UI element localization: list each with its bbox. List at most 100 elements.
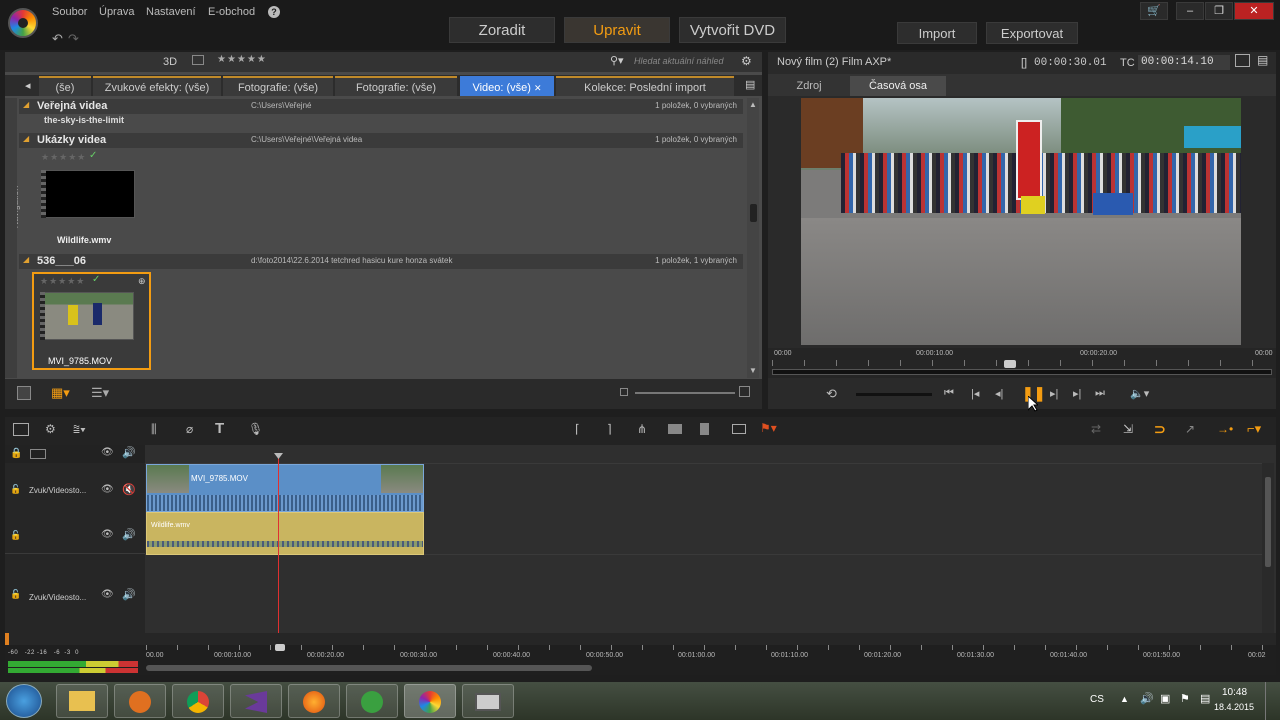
view-3d-toggle[interactable]: 3D xyxy=(163,56,177,68)
scrub-bar[interactable] xyxy=(772,369,1272,375)
menu-file[interactable]: Soubor xyxy=(52,6,87,18)
marker-icon[interactable]: ⚑▾ xyxy=(760,421,777,435)
track-options-icon[interactable]: ⩰▾ xyxy=(73,422,86,437)
next-frame-icon[interactable]: ▸| xyxy=(1073,387,1081,400)
view-toggle-icon[interactable] xyxy=(192,55,204,65)
playhead-marker[interactable] xyxy=(274,453,283,459)
microphone-icon[interactable]: 🎙 xyxy=(248,422,263,436)
volume-icon[interactable]: 🔈▾ xyxy=(1130,387,1149,400)
tray-expand-icon[interactable]: ▲ xyxy=(1120,694,1129,704)
firefox-taskbar-icon[interactable] xyxy=(288,684,340,718)
clock-time[interactable]: 10:48 xyxy=(1222,687,1247,698)
app-logo[interactable] xyxy=(8,8,38,38)
video-clip[interactable]: MVI_9785.MOV xyxy=(146,464,424,512)
menu-settings[interactable]: Nastavení xyxy=(146,6,196,18)
tab-video[interactable]: Video: (vše) ✕ xyxy=(460,76,554,96)
collapse-arrow-icon[interactable]: ◢ xyxy=(23,134,29,143)
eye-icon[interactable]: 👁 xyxy=(101,484,114,495)
tray-app-icon[interactable]: ▤ xyxy=(1200,692,1210,705)
media-player-taskbar-icon[interactable] xyxy=(114,684,166,718)
pinnacle-taskbar-icon[interactable] xyxy=(404,684,456,718)
snapshot-icon[interactable] xyxy=(732,424,746,434)
speaker-icon[interactable]: 🔊 xyxy=(122,528,136,541)
playhead-line[interactable] xyxy=(278,453,279,645)
track-header[interactable]: 🔓 Zvuk/Videostо... 👁 🔇 👁 🔊 🔓 xyxy=(5,464,145,554)
help-icon[interactable]: ? xyxy=(268,6,280,18)
scrollbar-thumb[interactable] xyxy=(750,204,757,222)
loop-icon[interactable]: ⟲ xyxy=(826,386,837,402)
speaker-icon[interactable]: 🔊 xyxy=(122,446,136,459)
visual-studio-taskbar-icon[interactable] xyxy=(230,684,282,718)
step-back-icon[interactable]: ◂| xyxy=(995,387,1003,400)
mode-edit-button[interactable]: Upravit xyxy=(564,17,670,43)
smart-mode-icon[interactable]: →• xyxy=(1217,422,1233,436)
mark-in-icon[interactable]: ⌈ xyxy=(575,422,580,436)
screen-recorder-taskbar-icon[interactable] xyxy=(462,684,514,718)
storyboard-icon[interactable] xyxy=(13,423,29,436)
tab-partial[interactable]: (še) xyxy=(39,76,91,96)
ripple-icon[interactable]: ↗ xyxy=(1185,422,1195,436)
playhead-handle[interactable] xyxy=(1004,360,1016,368)
razor-icon[interactable]: ⌀ xyxy=(186,422,193,436)
scroll-down-icon[interactable]: ▼ xyxy=(749,366,757,375)
master-track-icon[interactable] xyxy=(30,449,46,459)
zoom-slider[interactable] xyxy=(635,392,735,394)
timeline-vscroll[interactable] xyxy=(1262,463,1274,643)
tabs-scroll-left-icon[interactable]: ◂ xyxy=(25,79,31,92)
tab-collection-recent[interactable]: Kolekce: Poslední import xyxy=(556,76,734,96)
zoom-large-icon[interactable] xyxy=(739,386,750,397)
search-icon[interactable]: ⚲▾ xyxy=(610,54,624,67)
trim-icon[interactable]: ⌐▾ xyxy=(1247,421,1261,437)
tab-photos-2[interactable]: Fotografie: (vše) xyxy=(335,76,457,96)
lock-icon[interactable]: 🔓 xyxy=(10,589,21,600)
menu-edit[interactable]: Úprava xyxy=(99,6,134,18)
tray-speaker-icon[interactable]: 🔊 xyxy=(1140,692,1154,705)
fullscreen-icon[interactable] xyxy=(1235,54,1250,67)
track-header[interactable]: 🔓 Zvuk/Videostо... 👁 🔊 xyxy=(5,555,145,635)
start-button[interactable] xyxy=(6,684,42,718)
show-desktop-button[interactable] xyxy=(1265,682,1280,720)
mark-out-icon[interactable]: ⌉ xyxy=(607,422,612,436)
timecode-display[interactable]: 00:00:14.10 xyxy=(1138,55,1230,70)
shuttle-slider[interactable] xyxy=(856,393,932,396)
audio-clip[interactable]: Wildlife.wmv xyxy=(146,512,424,555)
track-label[interactable]: Zvuk/Videostо... xyxy=(29,486,86,495)
tabs-menu-icon[interactable]: ▤ xyxy=(745,78,755,91)
chrome-taskbar-icon[interactable] xyxy=(172,684,224,718)
track-label[interactable]: Zvuk/Videostо... xyxy=(29,593,86,602)
eye-icon[interactable]: 👁 xyxy=(101,529,114,540)
navigation-sidebar[interactable] xyxy=(5,98,17,378)
audio-mixer-icon[interactable]: ⫼ xyxy=(151,422,157,437)
minimize-icon[interactable]: – xyxy=(1176,2,1204,20)
language-indicator[interactable]: CS xyxy=(1090,694,1104,705)
clip-thumbnail[interactable] xyxy=(43,170,135,218)
library-toggle-icon[interactable] xyxy=(17,386,31,400)
clock-date[interactable]: 18.4.2015 xyxy=(1214,702,1254,712)
lock-icon[interactable]: 🔓 xyxy=(10,530,21,541)
lock-icon[interactable]: 🔓 xyxy=(10,484,21,495)
collapse-arrow-icon[interactable]: ◢ xyxy=(23,100,29,109)
grid-view-icon[interactable]: ▦▾ xyxy=(51,385,70,401)
clip-thumbnail[interactable] xyxy=(42,292,134,340)
import-button[interactable]: Import xyxy=(897,22,977,44)
magnet-icon[interactable]: ⊃ xyxy=(1154,421,1166,438)
collection-subitem[interactable]: the-sky-is-the-limit xyxy=(44,115,124,125)
library-scrollbar[interactable]: ▲ ▼ xyxy=(747,98,759,378)
timeline-hscroll-thumb[interactable] xyxy=(146,665,592,671)
gear-icon[interactable]: ⚙ xyxy=(741,54,752,68)
video-frame[interactable] xyxy=(801,98,1241,345)
utorrent-taskbar-icon[interactable] xyxy=(346,684,398,718)
tab-source[interactable]: Zdroj xyxy=(776,76,842,96)
vscroll-thumb[interactable] xyxy=(1265,477,1271,567)
speaker-icon[interactable]: 🔊 xyxy=(122,588,136,601)
collection-header[interactable]: ◢ Veřejná videa C:\Users\Veřejné 1 polož… xyxy=(19,99,743,114)
export-button[interactable]: Exportovat xyxy=(986,22,1078,44)
restore-icon[interactable]: ❐ xyxy=(1205,2,1233,20)
eye-icon[interactable]: 👁 xyxy=(101,447,114,458)
preview-menu-icon[interactable]: ▤ xyxy=(1257,53,1268,67)
eye-icon[interactable]: 👁 xyxy=(101,589,114,600)
mode-organize-button[interactable]: Zoradit xyxy=(449,17,555,43)
title-tool-icon[interactable]: T xyxy=(215,420,224,437)
list-view-icon[interactable]: ☰▾ xyxy=(91,385,109,401)
lock-icon[interactable]: 🔒 xyxy=(10,448,22,459)
